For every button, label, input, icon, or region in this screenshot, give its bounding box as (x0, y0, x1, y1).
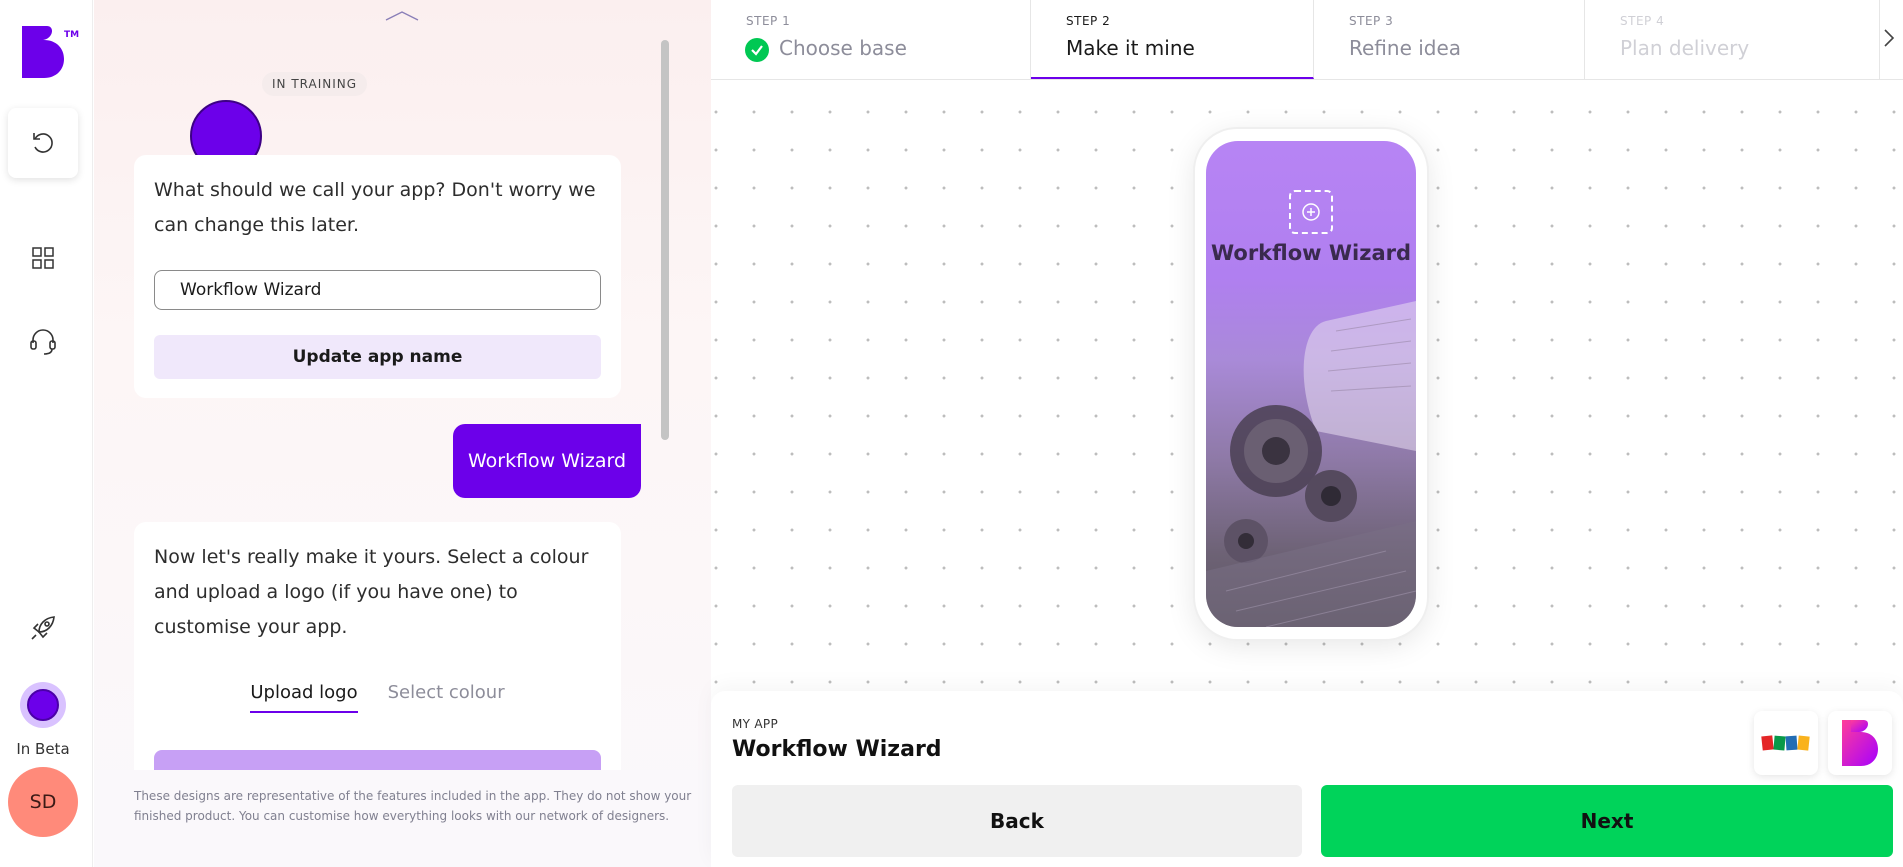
chevron-up-icon[interactable] (384, 10, 420, 22)
my-app-label: MY APP (732, 717, 778, 731)
dashboard-button[interactable] (8, 223, 78, 293)
rocket-icon (31, 616, 55, 640)
beta-label: In Beta (16, 740, 70, 758)
check-circle-icon (745, 38, 769, 62)
user-reply-bubble: Workflow Wizard (453, 424, 641, 498)
step-title: Choose base (779, 36, 907, 60)
next-button[interactable]: Next (1321, 785, 1893, 857)
step-title: Make it mine (1066, 36, 1195, 60)
builder-logo-icon[interactable] (22, 26, 64, 78)
plus-circle-icon (1302, 203, 1320, 221)
phone-app-title: Workflow Wizard (1210, 241, 1411, 265)
step-title: Plan delivery (1620, 36, 1750, 60)
update-app-name-button[interactable]: Update app name (154, 335, 601, 379)
chat-scrollbar[interactable] (661, 40, 669, 440)
step-number: STEP 2 (1066, 14, 1111, 28)
preview-canvas: Workflow Wizard (711, 81, 1903, 691)
user-avatar[interactable]: SD (8, 767, 78, 837)
name-prompt-text: What should we call your app? Don't worr… (154, 179, 596, 236)
chat-panel: IN TRAINING What should we call your app… (94, 0, 711, 867)
step-4: STEP 4 Plan delivery (1585, 0, 1880, 80)
headset-icon (30, 329, 56, 355)
stepper: STEP 1 Choose base STEP 2 Make it mine S… (711, 0, 1903, 80)
name-prompt-card: What should we call your app? Don't worr… (134, 155, 621, 398)
tab-upload-logo[interactable]: Upload logo (250, 682, 358, 713)
back-button[interactable]: Back (732, 785, 1302, 857)
undo-icon (33, 133, 53, 153)
step-2[interactable]: STEP 2 Make it mine (1031, 0, 1314, 79)
workspace: STEP 1 Choose base STEP 2 Make it mine S… (711, 0, 1903, 867)
chevron-right-icon[interactable] (1883, 28, 1895, 48)
bottom-bar: MY APP Workflow Wizard Back Next (711, 691, 1903, 867)
app-root: TM In Beta SD IN TRAINING What should we… (0, 0, 1903, 867)
support-button[interactable] (8, 306, 78, 376)
builder-b-icon (1842, 720, 1878, 766)
phone-preview: Workflow Wizard (1195, 129, 1427, 639)
zoho-logo[interactable] (1754, 711, 1818, 775)
tab-select-colour[interactable]: Select colour (388, 682, 505, 713)
grid-icon (32, 247, 54, 269)
builder-app-icon[interactable] (1828, 711, 1892, 775)
customise-prompt-text: Now let's really make it yours. Select a… (154, 546, 589, 638)
undo-button[interactable] (8, 108, 78, 178)
step-number: STEP 4 (1620, 14, 1665, 28)
zoho-logo-icon (1761, 735, 1810, 751)
step-1[interactable]: STEP 1 Choose base (711, 0, 1031, 80)
beta-indicator[interactable] (20, 682, 66, 728)
add-logo-button[interactable] (1289, 190, 1333, 234)
step-3[interactable]: STEP 3 Refine idea (1314, 0, 1585, 80)
my-app-name: Workflow Wizard (732, 737, 942, 762)
step-title: Refine idea (1349, 36, 1462, 60)
app-name-input[interactable] (154, 270, 601, 310)
trademark-label: TM (64, 30, 80, 40)
training-badge: IN TRAINING (262, 72, 368, 96)
customise-tabs: Upload logo Select colour (134, 682, 621, 713)
launch-button[interactable] (8, 593, 78, 663)
disclaimer-text: These designs are representative of the … (134, 789, 692, 823)
phone-screen: Workflow Wizard (1206, 141, 1416, 627)
left-rail: TM In Beta SD (0, 0, 93, 867)
beta-dot-icon (27, 689, 59, 721)
gears-blueprint-image (1206, 301, 1416, 627)
step-number: STEP 3 (1349, 14, 1394, 28)
step-number: STEP 1 (746, 14, 791, 28)
